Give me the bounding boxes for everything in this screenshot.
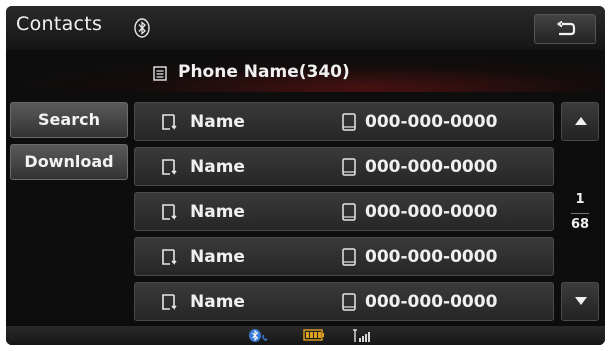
arrow-up-icon [575,117,587,125]
battery-icon [303,329,324,341]
search-button[interactable]: Search [10,102,128,138]
page-total: 68 [570,217,590,232]
contact-download-icon [162,159,177,175]
contact-row[interactable]: Name 000-000-0000 [134,237,554,276]
contact-download-icon [162,114,177,130]
contact-name: Name [190,247,245,267]
phonebook-name: Phone Name(340) [178,62,350,82]
contact-number: 000-000-0000 [365,247,498,267]
bluetooth-phone-icon [249,329,268,342]
contacts-screen: Contacts Phone Name(340) Search Download [6,6,605,345]
mobile-phone-icon [342,293,356,311]
arrow-down-icon [575,297,587,305]
list-icon [153,66,167,81]
contact-number: 000-000-0000 [365,112,498,132]
status-bar [6,326,605,345]
contact-row[interactable]: Name 000-000-0000 [134,282,554,321]
contact-number: 000-000-0000 [365,202,498,222]
contact-number: 000-000-0000 [365,292,498,312]
download-button[interactable]: Download [10,144,128,180]
contact-name: Name [190,202,245,222]
contact-row[interactable]: Name 000-000-0000 [134,147,554,186]
scroll-down-button[interactable] [561,282,599,321]
back-arrow-icon [556,21,576,36]
page-divider [571,213,589,214]
mobile-phone-icon [342,113,356,131]
title-bar: Contacts [6,6,605,50]
contact-name: Name [190,112,245,132]
signal-strength-icon [353,329,370,342]
mobile-phone-icon [342,203,356,221]
page-title: Contacts [16,13,103,35]
page-current: 1 [575,192,585,207]
mobile-phone-icon [342,248,356,266]
contact-number: 000-000-0000 [365,157,498,177]
contact-row[interactable]: Name 000-000-0000 [134,102,554,141]
contact-row[interactable]: Name 000-000-0000 [134,192,554,231]
phonebook-header: Phone Name(340) [6,54,605,92]
bluetooth-icon [134,18,150,38]
contact-name: Name [190,157,245,177]
mobile-phone-icon [342,158,356,176]
back-button[interactable] [534,14,596,44]
contact-download-icon [162,204,177,220]
contact-download-icon [162,249,177,265]
scroll-up-button[interactable] [561,102,599,141]
contact-download-icon [162,294,177,310]
contact-name: Name [190,292,245,312]
